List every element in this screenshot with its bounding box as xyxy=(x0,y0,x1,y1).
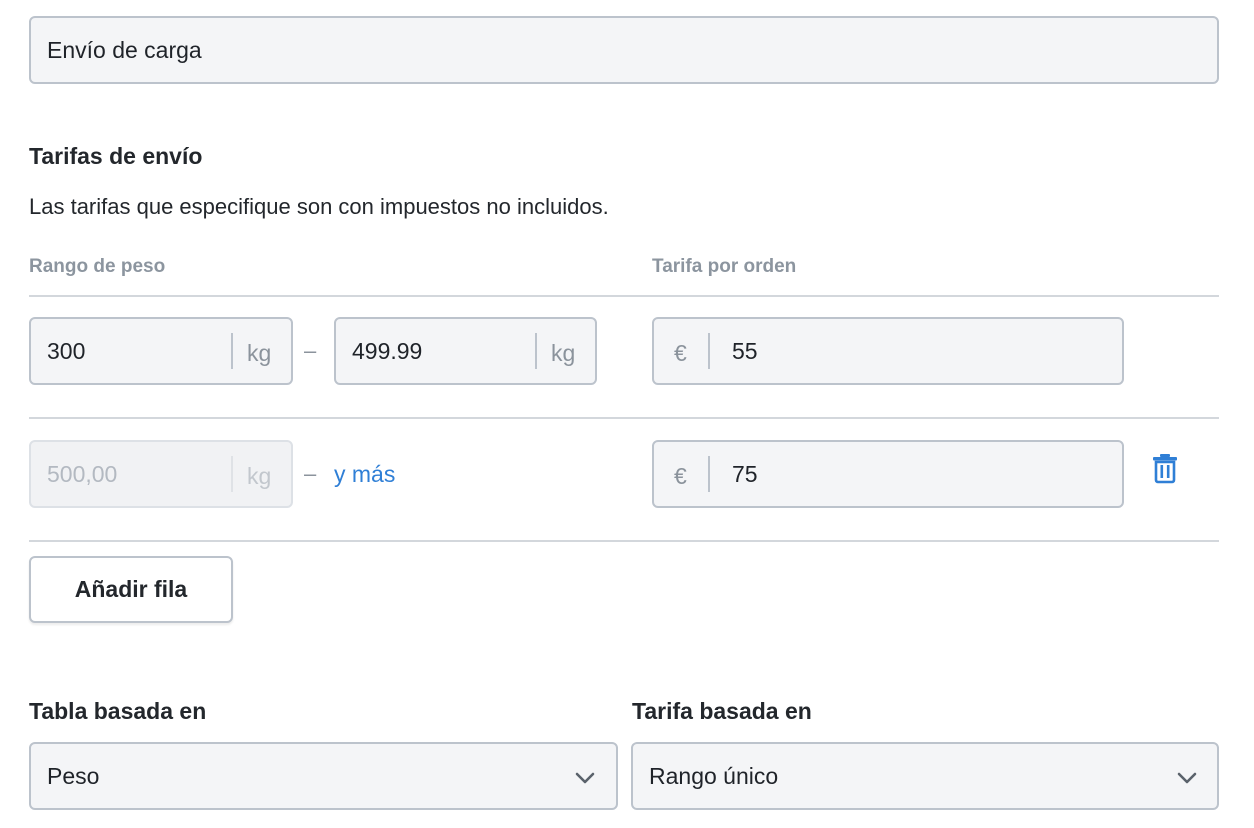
rates-description: Las tarifas que especifique son con impu… xyxy=(29,194,609,219)
currency-symbol: € xyxy=(674,463,687,489)
add-row-button[interactable]: Añadir fila xyxy=(29,556,233,623)
weight-to-input[interactable]: 499.99 kg xyxy=(334,317,597,385)
table-based-on-select[interactable]: Peso xyxy=(29,742,618,810)
currency-separator xyxy=(708,333,710,369)
weight-from-value: 300 xyxy=(47,338,86,364)
divider xyxy=(29,417,1219,419)
and-more-link[interactable]: y más xyxy=(334,461,395,488)
divider xyxy=(29,295,1219,297)
column-header-rate-per-order: Tarifa por orden xyxy=(652,256,797,277)
divider xyxy=(29,540,1219,542)
range-dash: – xyxy=(304,461,317,486)
weight-from-unit: kg xyxy=(247,463,272,489)
chevron-down-icon xyxy=(1177,772,1197,784)
weight-to-value: 499.99 xyxy=(352,338,423,364)
rate-input[interactable]: € 75 xyxy=(652,440,1124,508)
weight-from-input[interactable]: 300 kg xyxy=(29,317,293,385)
unit-separator xyxy=(231,456,233,492)
weight-to-unit: kg xyxy=(551,340,576,366)
rate-value: 55 xyxy=(732,338,758,364)
rates-title: Tarifas de envío xyxy=(29,143,203,169)
rate-input[interactable]: € 55 xyxy=(652,317,1124,385)
trash-icon xyxy=(1153,454,1177,484)
table-based-on-value: Peso xyxy=(47,763,100,789)
currency-symbol: € xyxy=(674,340,687,366)
weight-from-input-disabled: 500,00 kg xyxy=(29,440,293,508)
rate-value: 75 xyxy=(732,461,758,487)
shipping-name-value: Envío de carga xyxy=(47,37,202,63)
table-based-on-label: Tabla basada en xyxy=(29,698,207,724)
weight-from-unit: kg xyxy=(247,340,272,366)
currency-separator xyxy=(708,456,710,492)
unit-separator xyxy=(231,333,233,369)
column-header-weight-range: Rango de peso xyxy=(29,256,166,277)
delete-row-button[interactable] xyxy=(1150,452,1180,484)
unit-separator xyxy=(535,333,537,369)
rate-based-on-value: Rango único xyxy=(649,763,779,789)
range-dash: – xyxy=(304,338,317,363)
weight-from-value: 500,00 xyxy=(47,461,118,487)
shipping-name-input[interactable]: Envío de carga xyxy=(29,16,1219,84)
rate-based-on-label: Tarifa basada en xyxy=(632,698,812,724)
chevron-down-icon xyxy=(575,772,595,784)
rate-based-on-select[interactable]: Rango único xyxy=(631,742,1219,810)
